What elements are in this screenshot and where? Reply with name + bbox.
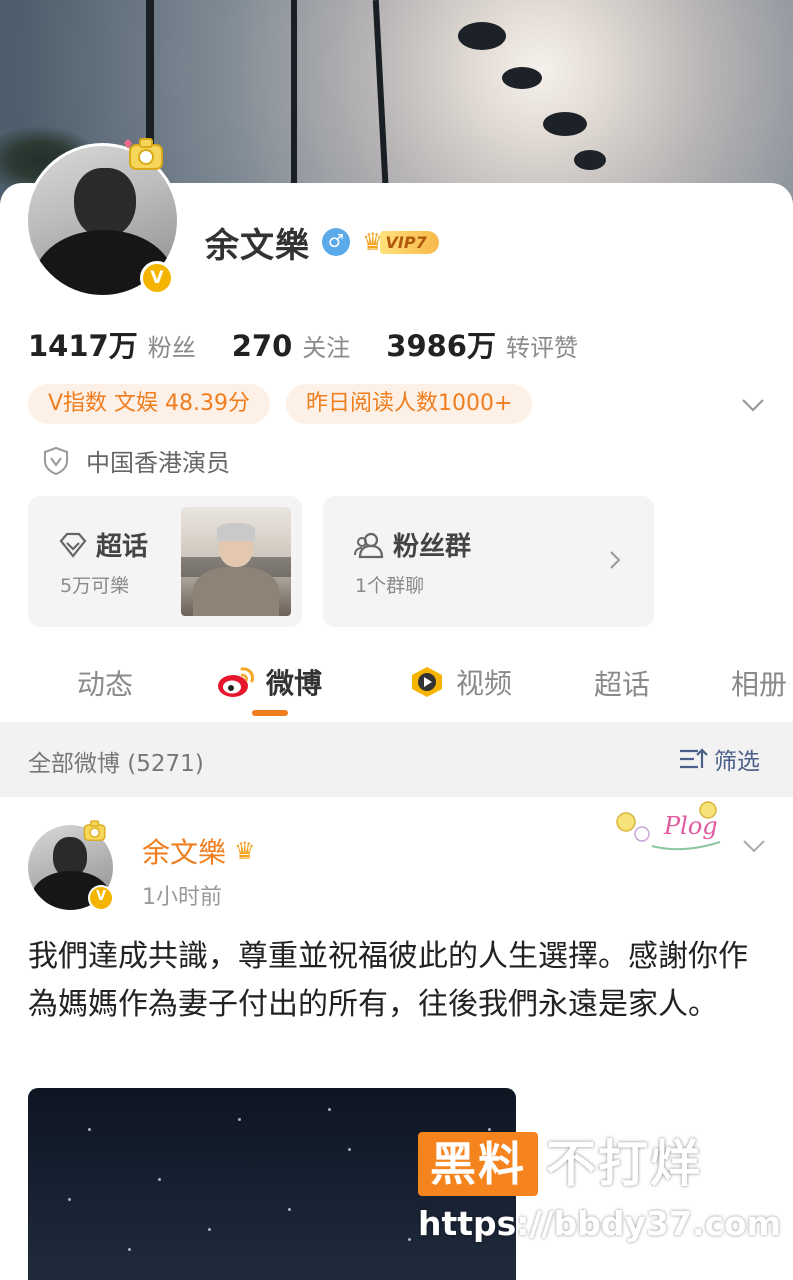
post-author-row: 余文樂 ♛ (142, 831, 256, 871)
plog-sticker-icon: Plog (616, 801, 721, 851)
group-icon (354, 532, 384, 558)
vip-label: VIP7 (379, 230, 439, 254)
chevron-right-icon (610, 551, 621, 569)
stat-following[interactable]: 270 关注 (232, 328, 351, 363)
profile-name-row: 余文樂 ♂ ♛ VIP7 (205, 222, 439, 266)
tab-album[interactable]: 相册 (731, 663, 787, 703)
video-icon (412, 667, 442, 697)
plog-sticker-text: Plog (663, 812, 718, 840)
tab-dynamic[interactable]: 动态 (77, 663, 133, 703)
stat-value: 270 (231, 329, 293, 363)
stat-label: 转评赞 (505, 334, 578, 362)
watermark-text: 不打烊 (546, 1135, 702, 1193)
profile-tabs: 动态 微博 视频 超话 相册 (0, 652, 793, 722)
stat-value: 1417万 (28, 329, 138, 363)
tab-label: 动态 (77, 668, 134, 701)
cover-palm-trunk (372, 0, 390, 201)
watermark: 黑料 不打烊 https://bbdy37.com (418, 1132, 781, 1262)
watermark-box-text: 黑料 (430, 1137, 526, 1191)
fans-group-card[interactable]: 粉丝群 1个群聊 (323, 496, 654, 627)
filter-bar: 全部微博 (5271) 筛选 (0, 722, 793, 797)
verified-badge: V (140, 261, 174, 295)
supertopic-title: 超话 (96, 532, 149, 562)
profile-stats: 1417万 粉丝 270 关注 3986万 转评赞 (28, 323, 614, 365)
tab-video[interactable]: 视频 (408, 662, 512, 702)
shield-icon (44, 446, 68, 475)
stat-interactions[interactable]: 3986万 转评赞 (386, 323, 578, 365)
v-index-pill[interactable]: V指数 文娱 48.39分 (28, 384, 271, 424)
chevron-down-icon[interactable] (738, 390, 768, 420)
tab-label: 相册 (731, 668, 788, 701)
camera-icon (124, 138, 163, 170)
certification-row: 中国香港演员 (42, 443, 230, 478)
active-tab-indicator (252, 710, 288, 716)
supertopic-card[interactable]: 超话 5万可樂 (28, 496, 302, 627)
fans-group-title: 粉丝群 (393, 532, 472, 562)
post-timestamp: 1小时前 (142, 885, 222, 910)
male-icon: ♂ (322, 228, 350, 256)
stat-label: 关注 (302, 334, 351, 362)
post-count: 全部微博 (5271) (28, 751, 204, 777)
tab-weibo[interactable]: 微博 (216, 662, 322, 702)
fans-group-subtitle: 1个群聊 (355, 575, 425, 597)
tab-label: 微博 (266, 667, 323, 700)
vip-badge[interactable]: ♛ VIP7 (362, 228, 439, 256)
fans-group-title-row: 粉丝群 (353, 526, 471, 563)
stat-label: 粉丝 (147, 334, 196, 362)
weibo-icon (218, 667, 254, 697)
tab-label: 视频 (456, 667, 513, 700)
supertopic-thumbnail (181, 507, 291, 616)
watermark-url: https://bbdy37.com (418, 1204, 782, 1243)
filter-icon (680, 748, 708, 769)
filter-button[interactable]: 筛选 (678, 742, 760, 776)
post-menu-chevron-icon[interactable] (740, 832, 768, 860)
cover-palms (458, 22, 606, 170)
tab-supertopic[interactable]: 超话 (594, 663, 650, 703)
stat-followers[interactable]: 1417万 粉丝 (28, 323, 196, 365)
post-author-name[interactable]: 余文樂 (142, 831, 226, 871)
filter-label: 筛选 (714, 749, 760, 775)
reads-pill[interactable]: 昨日阅读人数1000+ (286, 384, 533, 424)
crown-icon: ♛ (234, 837, 256, 865)
diamond-icon (59, 532, 87, 558)
supertopic-title-row: 超话 (58, 526, 148, 563)
camera-icon (83, 820, 106, 841)
profile-name: 余文樂 (205, 225, 310, 266)
tab-label: 超话 (594, 668, 651, 701)
certification-label: 中国香港演员 (86, 449, 230, 477)
cover-palm-trunk (291, 0, 297, 200)
supertopic-subtitle: 5万可樂 (60, 575, 130, 597)
post-avatar-wrap[interactable]: V (28, 820, 114, 911)
profile-avatar-wrap[interactable]: V (25, 138, 180, 298)
post-text: 我們達成共識，尊重並祝福彼此的人生選擇。感謝你作為媽媽作為妻子付出的所有，往後我… (28, 939, 748, 1022)
verified-badge: V (88, 885, 114, 911)
profile-pills: V指数 文娱 48.39分 昨日阅读人数1000+ (28, 384, 548, 424)
stat-value: 3986万 (386, 329, 496, 363)
